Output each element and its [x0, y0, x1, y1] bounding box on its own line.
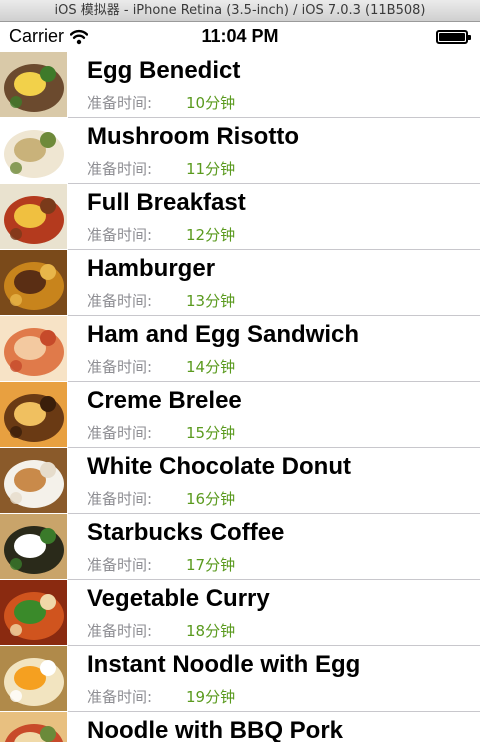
hamburger-photo [0, 250, 67, 315]
prep-time-value: 12分钟 [186, 226, 236, 244]
recipe-row[interactable]: Full Breakfast 准备时间: 12分钟 [0, 184, 480, 250]
status-clock: 11:04 PM [201, 26, 279, 46]
prep-time-label: 准备时间: [87, 292, 153, 310]
recipe-row[interactable]: Mushroom Risotto 准备时间: 11分钟 [0, 118, 480, 184]
ham-egg-sandwich-photo [0, 316, 67, 381]
prep-time-value: 18分钟 [186, 622, 236, 640]
recipe-name: Vegetable Curry [87, 585, 270, 612]
recipe-name: Mushroom Risotto [87, 123, 299, 150]
egg-benedict-photo [0, 52, 67, 117]
battery-fill [439, 33, 465, 41]
recipe-row[interactable]: Noodle with BBQ Pork准备时间:20分钟 [0, 712, 480, 742]
recipe-name: Full Breakfast [87, 189, 246, 216]
recipe-name: Ham and Egg Sandwich [87, 321, 360, 348]
status-bar: Carrier 11:04 PM [0, 22, 480, 52]
prep-time-label: 准备时间: [87, 160, 153, 178]
recipe-row[interactable]: Creme Brelee 准备时间: 15分钟 [0, 382, 480, 448]
prep-time-label: 准备时间: [87, 622, 153, 640]
noodle-bbq-pork-photo [0, 712, 67, 742]
mushroom-risotto-photo [0, 118, 67, 183]
prep-time-value: 19分钟 [186, 688, 236, 706]
vegetable-curry-photo [0, 580, 67, 645]
simulator-title: iOS 模拟器 - iPhone Retina (3.5-inch) / iOS… [54, 3, 426, 18]
recipe-name: Noodle with BBQ Pork [87, 717, 344, 742]
prep-time-label: 准备时间: [87, 556, 153, 574]
recipe-name: Hamburger [87, 255, 216, 282]
prep-time-value: 15分钟 [186, 424, 236, 442]
prep-time-value: 13分钟 [186, 292, 236, 310]
recipe-name: Instant Noodle with Egg [87, 651, 361, 678]
recipe-name: White Chocolate Donut [87, 453, 351, 480]
prep-time-label: 准备时间: [87, 424, 153, 442]
recipe-table[interactable]: Egg Benedict 准备时间: 10分钟 Mushroom Risotto 准备时… [0, 52, 480, 742]
creme-brulee-photo [0, 382, 67, 447]
battery-icon [436, 30, 471, 44]
starbucks-coffee-photo [0, 514, 67, 579]
recipe-row[interactable]: Egg Benedict 准备时间: 10分钟 [0, 52, 480, 118]
simulator-title-bar: iOS 模拟器 - iPhone Retina (3.5-inch) / iOS… [0, 0, 480, 22]
recipe-row[interactable]: Hamburger 准备时间: 13分钟 [0, 250, 480, 316]
recipe-row[interactable]: Ham and Egg Sandwich 准备时间: 14分钟 [0, 316, 480, 382]
recipe-name: Egg Benedict [87, 57, 241, 84]
prep-time-value: 17分钟 [186, 556, 236, 574]
prep-time-label: 准备时间: [87, 490, 153, 508]
recipe-row[interactable]: Instant Noodle with Egg 准备时间: 19分钟 [0, 646, 480, 712]
recipe-row[interactable]: White Chocolate Donut 准备时间: 16分钟 [0, 448, 480, 514]
prep-time-label: 准备时间: [87, 94, 153, 112]
prep-time-value: 14分钟 [186, 358, 236, 376]
white-chocolate-donut-photo [0, 448, 67, 513]
prep-time-value: 16分钟 [186, 490, 236, 508]
prep-time-label: 准备时间: [87, 226, 153, 244]
full-breakfast-photo [0, 184, 67, 249]
prep-time-label: 准备时间: [87, 688, 153, 706]
recipe-row[interactable]: Starbucks Coffee 准备时间: 17分钟 [0, 514, 480, 580]
recipe-name: Starbucks Coffee [87, 519, 285, 546]
recipe-row[interactable]: Vegetable Curry 准备时间: 18分钟 [0, 580, 480, 646]
instant-noodle-egg-photo [0, 646, 67, 711]
prep-time-value: 10分钟 [186, 94, 236, 112]
prep-time-value: 11分钟 [186, 160, 236, 178]
recipe-name: Creme Brelee [87, 387, 242, 414]
prep-time-label: 准备时间: [87, 358, 153, 376]
